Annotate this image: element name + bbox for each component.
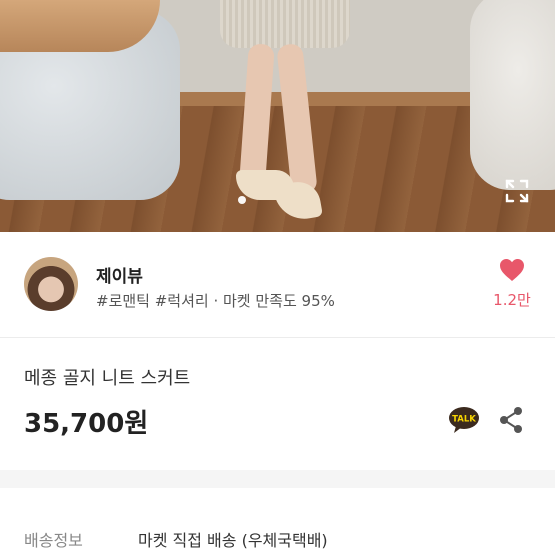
seller-row[interactable]: 제이뷰 #로맨틱 #럭셔리 · 마켓 만족도 95% 1.2만 [0,232,555,336]
section-gap [0,470,555,488]
carousel-indicator-dot [238,196,246,204]
heart-icon[interactable] [499,258,525,282]
share-icon[interactable] [498,406,524,434]
product-photo[interactable] [0,0,555,232]
talk-icon-label: TALK [452,415,476,425]
seller-name[interactable]: 제이뷰 [96,262,143,287]
like-count: 1.2만 [493,291,531,309]
talk-icon[interactable]: TALK [448,406,480,434]
shipping-label: 배송정보 [24,531,83,550]
photo-skirt [220,0,350,48]
expand-icon[interactable] [504,178,530,204]
product-title: 메종 골지 니트 스커트 [24,368,191,389]
product-price: 35,700원 [24,409,149,439]
seller-meta: #로맨틱 #럭셔리 · 마켓 만족도 95% [96,292,335,310]
seller-avatar[interactable] [24,257,78,311]
divider [0,337,555,338]
photo-sofa-right [470,0,555,190]
shipping-value: 마켓 직접 배송 (우체국택배) [138,531,328,550]
